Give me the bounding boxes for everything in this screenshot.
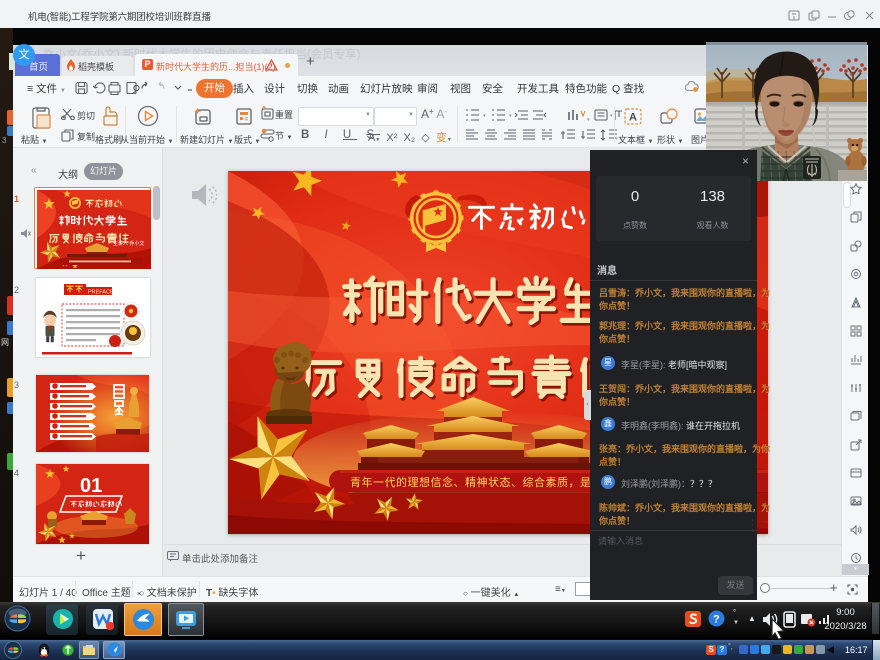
svg-text:▾: ▾ <box>509 113 512 119</box>
svg-text:PREFACE: PREFACE <box>88 290 114 296</box>
svg-text:?: ? <box>713 614 720 626</box>
svg-text:▾: ▾ <box>610 113 613 119</box>
svg-text:▾: ▾ <box>483 113 486 119</box>
svg-text:▾: ▾ <box>587 117 590 122</box>
svg-text:主讲人 乔小文: 主讲人 乔小文 <box>113 240 144 247</box>
svg-text:A: A <box>629 112 637 124</box>
svg-text:01: 01 <box>80 475 102 497</box>
